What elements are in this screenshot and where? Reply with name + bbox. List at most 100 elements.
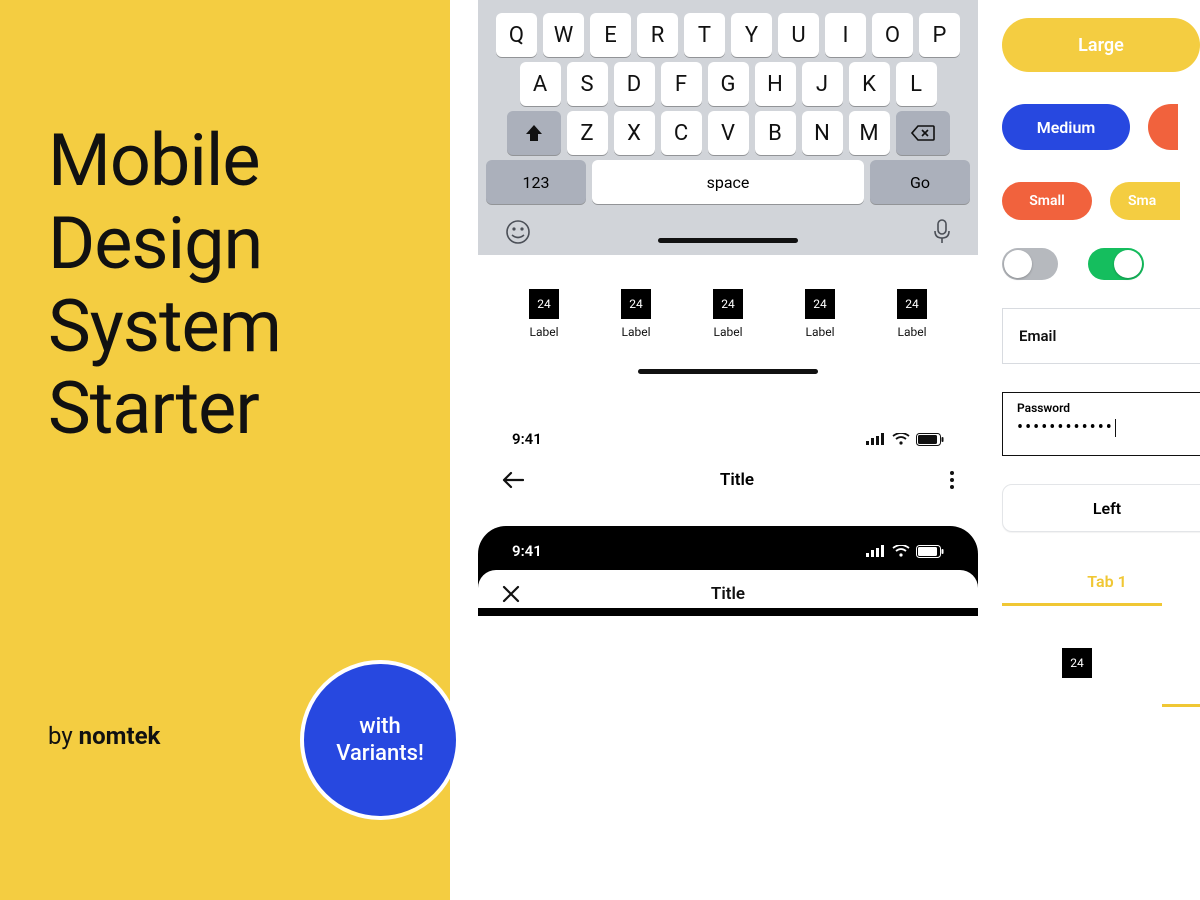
- key-g[interactable]: G: [708, 62, 749, 106]
- sheet-title: Title: [711, 584, 745, 604]
- key-z[interactable]: Z: [567, 111, 608, 155]
- key-e[interactable]: E: [590, 13, 631, 57]
- shift-icon: [524, 124, 544, 142]
- key-h[interactable]: H: [755, 62, 796, 106]
- headline-line-1: Mobile: [48, 120, 402, 203]
- back-button[interactable]: [502, 471, 524, 489]
- tabbar-item-label: Label: [897, 325, 926, 339]
- key-n[interactable]: N: [802, 111, 843, 155]
- key-q[interactable]: Q: [496, 13, 537, 57]
- status-bar-dark-container: 9:41 Title: [478, 526, 978, 616]
- byline: by nomtek: [48, 722, 160, 750]
- tabbar-item[interactable]: 24 Label: [805, 289, 835, 339]
- key-l[interactable]: L: [896, 62, 937, 106]
- home-indicator: [658, 238, 798, 243]
- battery-icon: [916, 545, 944, 558]
- password-field[interactable]: Password ••••••••••••: [1002, 392, 1200, 456]
- key-y[interactable]: Y: [731, 13, 772, 57]
- tab-active[interactable]: Tab 1: [1002, 572, 1200, 591]
- tab-label: Tab 1: [1087, 572, 1126, 591]
- tab-underline: [1002, 603, 1162, 606]
- nav-title: Title: [720, 470, 754, 490]
- key-x[interactable]: X: [614, 111, 655, 155]
- keyboard-row-2: A S D F G H J K L: [482, 62, 974, 106]
- key-o[interactable]: O: [872, 13, 913, 57]
- wifi-icon: [892, 433, 910, 445]
- headline-line-4: Starter: [48, 368, 402, 451]
- promo-panel: Mobile Design System Starter by nomtek w…: [0, 0, 450, 900]
- toggle-knob: [1004, 250, 1032, 278]
- byline-prefix: by: [48, 722, 79, 750]
- email-field[interactable]: Email: [1002, 308, 1200, 364]
- button-medium[interactable]: Medium: [1002, 104, 1130, 150]
- input-label: Email: [1019, 327, 1056, 345]
- placeholder-icon: 24: [713, 289, 743, 319]
- key-j[interactable]: J: [802, 62, 843, 106]
- more-button[interactable]: [950, 471, 954, 489]
- close-button[interactable]: [502, 585, 520, 603]
- status-icons: [866, 545, 944, 558]
- tabbar-item[interactable]: 24 Label: [897, 289, 927, 339]
- tabbar-item-label: Label: [713, 325, 742, 339]
- input-label: Password: [1017, 401, 1197, 415]
- space-key[interactable]: space: [592, 160, 864, 204]
- button-large[interactable]: Large: [1002, 18, 1200, 72]
- key-c[interactable]: C: [661, 111, 702, 155]
- toggle-knob: [1114, 250, 1142, 278]
- segment-label: Left: [1093, 499, 1121, 518]
- emoji-icon[interactable]: [504, 218, 532, 246]
- tabbar-item-label: Label: [621, 325, 650, 339]
- key-a[interactable]: A: [520, 62, 561, 106]
- key-w[interactable]: W: [543, 13, 584, 57]
- toggle-on[interactable]: [1088, 248, 1144, 280]
- key-d[interactable]: D: [614, 62, 655, 106]
- button-label: Sma: [1128, 193, 1156, 209]
- byline-brand: nomtek: [79, 722, 161, 750]
- close-icon: [502, 585, 520, 603]
- numeric-key[interactable]: 123: [486, 160, 586, 204]
- placeholder-icon: 24: [897, 289, 927, 319]
- microphone-icon[interactable]: [932, 218, 952, 246]
- tabbar-item[interactable]: 24 Label: [713, 289, 743, 339]
- home-indicator: [638, 369, 818, 374]
- placeholder-icon: 24: [529, 289, 559, 319]
- key-k[interactable]: K: [849, 62, 890, 106]
- ios-keyboard: Q W E R T Y U I O P A S D F G H J K L: [478, 0, 978, 255]
- status-bar-light: 9:41: [478, 418, 978, 460]
- tabbar-item-label: Label: [805, 325, 834, 339]
- promo-headline: Mobile Design System Starter: [48, 120, 402, 451]
- key-t[interactable]: T: [684, 13, 725, 57]
- placeholder-icon: 24: [1062, 648, 1092, 678]
- tabbar-item[interactable]: 24 Label: [621, 289, 651, 339]
- input-value: ••••••••••••: [1017, 417, 1197, 438]
- key-r[interactable]: R: [637, 13, 678, 57]
- go-key[interactable]: Go: [870, 160, 970, 204]
- modal-sheet-header: Title: [478, 570, 978, 608]
- key-s[interactable]: S: [567, 62, 608, 106]
- tabbar-item[interactable]: 24 Label: [529, 289, 559, 339]
- key-b[interactable]: B: [755, 111, 796, 155]
- key-m[interactable]: M: [849, 111, 890, 155]
- button-small-orange[interactable]: Small: [1002, 182, 1092, 220]
- key-f[interactable]: F: [661, 62, 702, 106]
- key-u[interactable]: U: [778, 13, 819, 57]
- accent-underline: [1162, 704, 1200, 707]
- key-i[interactable]: I: [825, 13, 866, 57]
- cellular-icon: [866, 433, 886, 445]
- key-p[interactable]: P: [919, 13, 960, 57]
- shift-key[interactable]: [507, 111, 561, 155]
- keyboard-row-3: Z X C V B N M: [482, 111, 974, 155]
- password-dots: ••••••••••••: [1017, 417, 1114, 438]
- status-time: 9:41: [512, 430, 542, 448]
- button-medium-orange-partial[interactable]: [1148, 104, 1178, 150]
- keyboard-footer: [482, 204, 974, 254]
- segmented-control-left[interactable]: Left: [1002, 484, 1200, 532]
- headline-line-3: System: [48, 286, 402, 369]
- variants-line-1: with: [359, 713, 401, 741]
- button-small-yellow-partial[interactable]: Sma: [1110, 182, 1180, 220]
- tabbar-item-label: Label: [529, 325, 558, 339]
- key-v[interactable]: V: [708, 111, 749, 155]
- variants-badge: with Variants!: [300, 660, 460, 820]
- toggle-off[interactable]: [1002, 248, 1058, 280]
- backspace-key[interactable]: [896, 111, 950, 155]
